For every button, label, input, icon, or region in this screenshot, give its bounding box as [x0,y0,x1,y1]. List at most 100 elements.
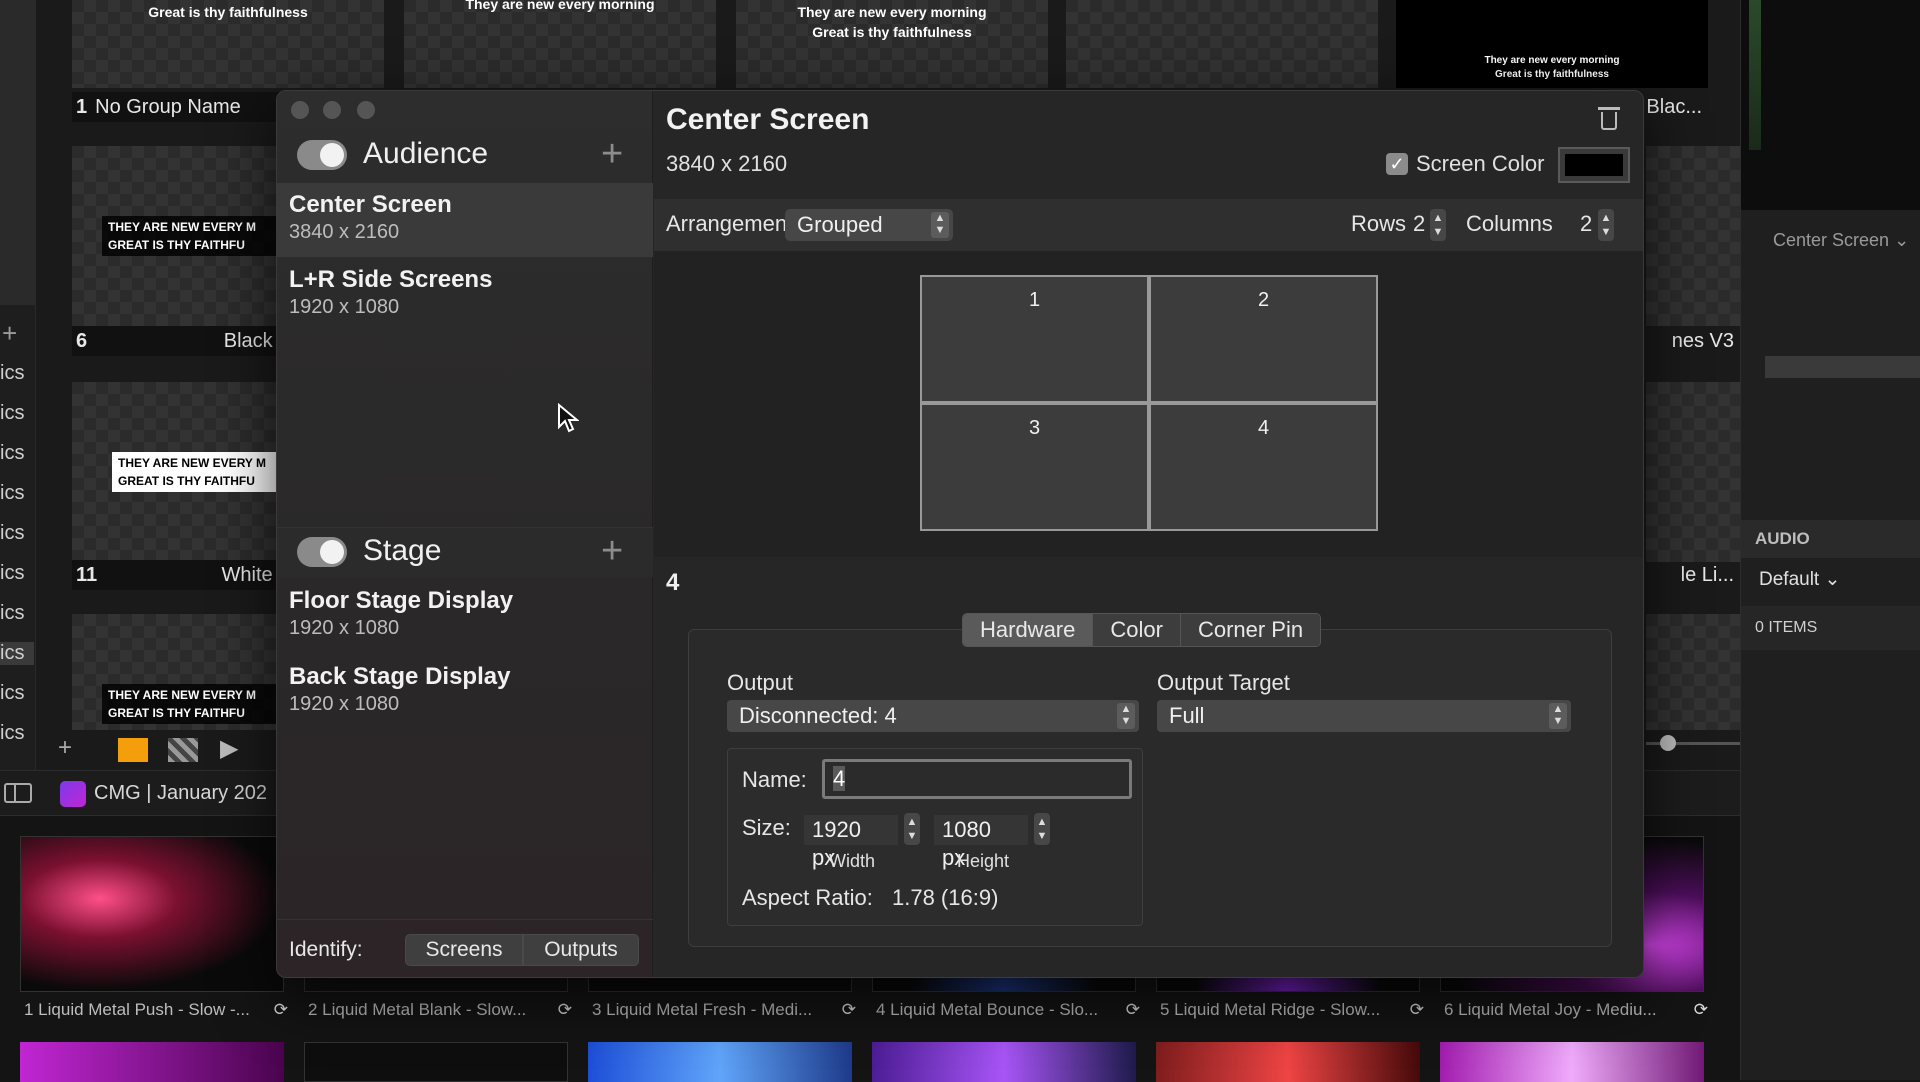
output-select[interactable]: Disconnected: 4 ▲ ▼ [727,700,1139,732]
width-stepper[interactable]: ▲ ▼ [904,813,920,845]
media-thumbnail[interactable] [1440,1042,1704,1082]
add-screen-icon[interactable]: + [601,528,623,574]
screen-item-side-screens[interactable]: L+R Side Screens 1920 x 1080 [277,258,653,332]
mouse-cursor-icon [558,403,579,433]
screen-color-swatch[interactable] [1558,147,1630,183]
media-label: 5 Liquid Metal Ridge - Slow... ⟳ [1160,1000,1424,1020]
loop-icon[interactable]: ⟳ [274,1000,288,1020]
height-field[interactable]: 1080 px [934,815,1028,870]
sidebar-header [0,0,36,305]
slide-thumbnail[interactable]: Great is thy faithfulness [72,0,384,88]
volume-slider[interactable] [1765,356,1920,378]
trash-icon[interactable] [1598,105,1620,131]
rows-stepper[interactable]: ▲ ▼ [1430,209,1446,241]
loop-icon[interactable]: ⟳ [1410,1000,1424,1020]
sidebar-item[interactable]: ics [0,402,24,425]
output-label: Output [727,670,794,695]
add-icon[interactable]: + [2,318,17,349]
minimize-button[interactable] [323,101,341,119]
sidebar-item[interactable]: ics [0,602,24,625]
pause-icon[interactable] [118,738,148,762]
media-thumbnail[interactable] [304,1042,568,1082]
zoom-slider-knob[interactable] [1660,735,1676,751]
sidebar-item[interactable]: ics [0,442,24,465]
playlist-name[interactable]: CMG | January 202 [94,782,267,805]
slide-thumbnail[interactable] [1066,0,1378,88]
loop-icon[interactable]: ⟳ [558,1000,572,1020]
items-count: 0 ITEMS [1741,606,1920,650]
slide-thumbnail[interactable] [1646,614,1740,730]
sidebar-item-selected[interactable]: ics [0,642,34,665]
screen-item-center-screen[interactable]: Center Screen 3840 x 2160 [277,183,653,257]
output-name-field[interactable]: 4 [822,759,1132,799]
loop-icon[interactable]: ⟳ [842,1000,856,1020]
output-cell-2[interactable]: 2 [1151,277,1376,401]
width-field[interactable]: 1920 px [804,815,898,870]
media-thumbnail[interactable] [588,1042,852,1082]
sidebar-item[interactable]: ics [0,522,24,545]
slide-thumbnail[interactable]: They are new every morning [404,0,716,88]
screen-resolution: 1920 x 1080 [289,296,400,318]
media-thumbnail[interactable] [1156,1042,1420,1082]
columns-stepper[interactable]: ▲ ▼ [1598,209,1614,241]
identify-bar: Identify: Screens Outputs [277,919,653,977]
slide-name: nes V3 [1671,330,1734,352]
grid-icon[interactable] [168,738,198,762]
slide-label: nes V3 [1640,326,1740,356]
audience-toggle[interactable] [297,140,347,170]
zoom-slider[interactable] [1646,735,1740,751]
media-thumbnail[interactable] [872,1042,1136,1082]
screens-window: Audience + Center Screen 3840 x 2160 L+R… [276,90,1644,978]
slide-group-name: No Group Name [95,96,241,118]
sidebar-toggle-icon[interactable] [4,783,32,803]
add-icon[interactable]: + [58,734,72,762]
loop-icon[interactable]: ⟳ [1126,1000,1140,1020]
tab-hardware[interactable]: Hardware [963,614,1094,646]
media-thumbnail[interactable] [20,1042,284,1082]
identify-screens-button[interactable]: Screens [405,934,523,966]
height-stepper[interactable]: ▲ ▼ [1034,813,1050,845]
sidebar-item[interactable]: ics [0,682,24,705]
slide-thumbnail[interactable] [1646,146,1740,326]
screen-title: Center Screen [666,103,870,136]
slide-caption: Great is thy faithfulness [148,4,308,20]
sidebar-item[interactable]: ics [0,722,24,745]
screen-detail: Center Screen 3840 x 2160 ✓ Screen Color… [654,91,1643,977]
identify-outputs-button[interactable]: Outputs [523,934,639,966]
sidebar-item[interactable]: ics [0,562,24,585]
output-cell-1[interactable]: 1 [922,277,1147,401]
columns-label: Columns [1466,211,1553,236]
slide-thumbnail[interactable]: They are new every morning Great is thy … [1396,0,1708,88]
slide-caption: They are new every morning [465,0,655,12]
slide-thumbnail[interactable] [1646,382,1740,562]
media-thumbnail[interactable] [20,836,284,992]
tab-color[interactable]: Color [1093,614,1181,646]
audio-meter [1749,0,1761,150]
tab-corner-pin[interactable]: Corner Pin [1180,614,1321,646]
zoom-button[interactable] [357,101,375,119]
output-target-select[interactable]: Full ▲ ▼ [1157,700,1571,732]
close-button[interactable] [291,101,309,119]
group-header-audience: Audience + [277,131,653,181]
output-cell-3[interactable]: 3 [922,405,1147,529]
sidebar-item[interactable]: ics [0,362,24,385]
screen-select[interactable]: Center Screen ⌄ [1773,230,1909,251]
sidebar-item[interactable]: ics [0,482,24,505]
chevron-updown-icon: ▲ ▼ [1549,703,1567,729]
add-screen-icon[interactable]: + [601,131,623,177]
output-detail: 4 Hardware Color Corner Pin Output Disco… [654,557,1643,977]
next-icon[interactable]: ▶ [220,734,238,763]
screen-item-back-stage[interactable]: Back Stage Display 1920 x 1080 [277,655,653,729]
screen-color-checkbox[interactable]: ✓ [1386,153,1408,175]
output-cell-4[interactable]: 4 [1151,405,1376,529]
loop-icon[interactable]: ⟳ [1694,1000,1708,1020]
arrangement-select[interactable]: Grouped ▲ ▼ [785,209,953,241]
screen-resolution: 3840 x 2160 [666,151,788,176]
height-label: Height [956,851,1010,871]
slide-number: 6 [76,330,88,352]
stage-toggle[interactable] [297,537,347,567]
screen-color-label: Screen Color [1416,151,1545,176]
audio-select[interactable]: Default ⌄ [1759,568,1840,591]
screen-item-floor-stage[interactable]: Floor Stage Display 1920 x 1080 [277,579,653,653]
slide-thumbnail[interactable]: They are new every morning Great is thy … [736,0,1048,88]
